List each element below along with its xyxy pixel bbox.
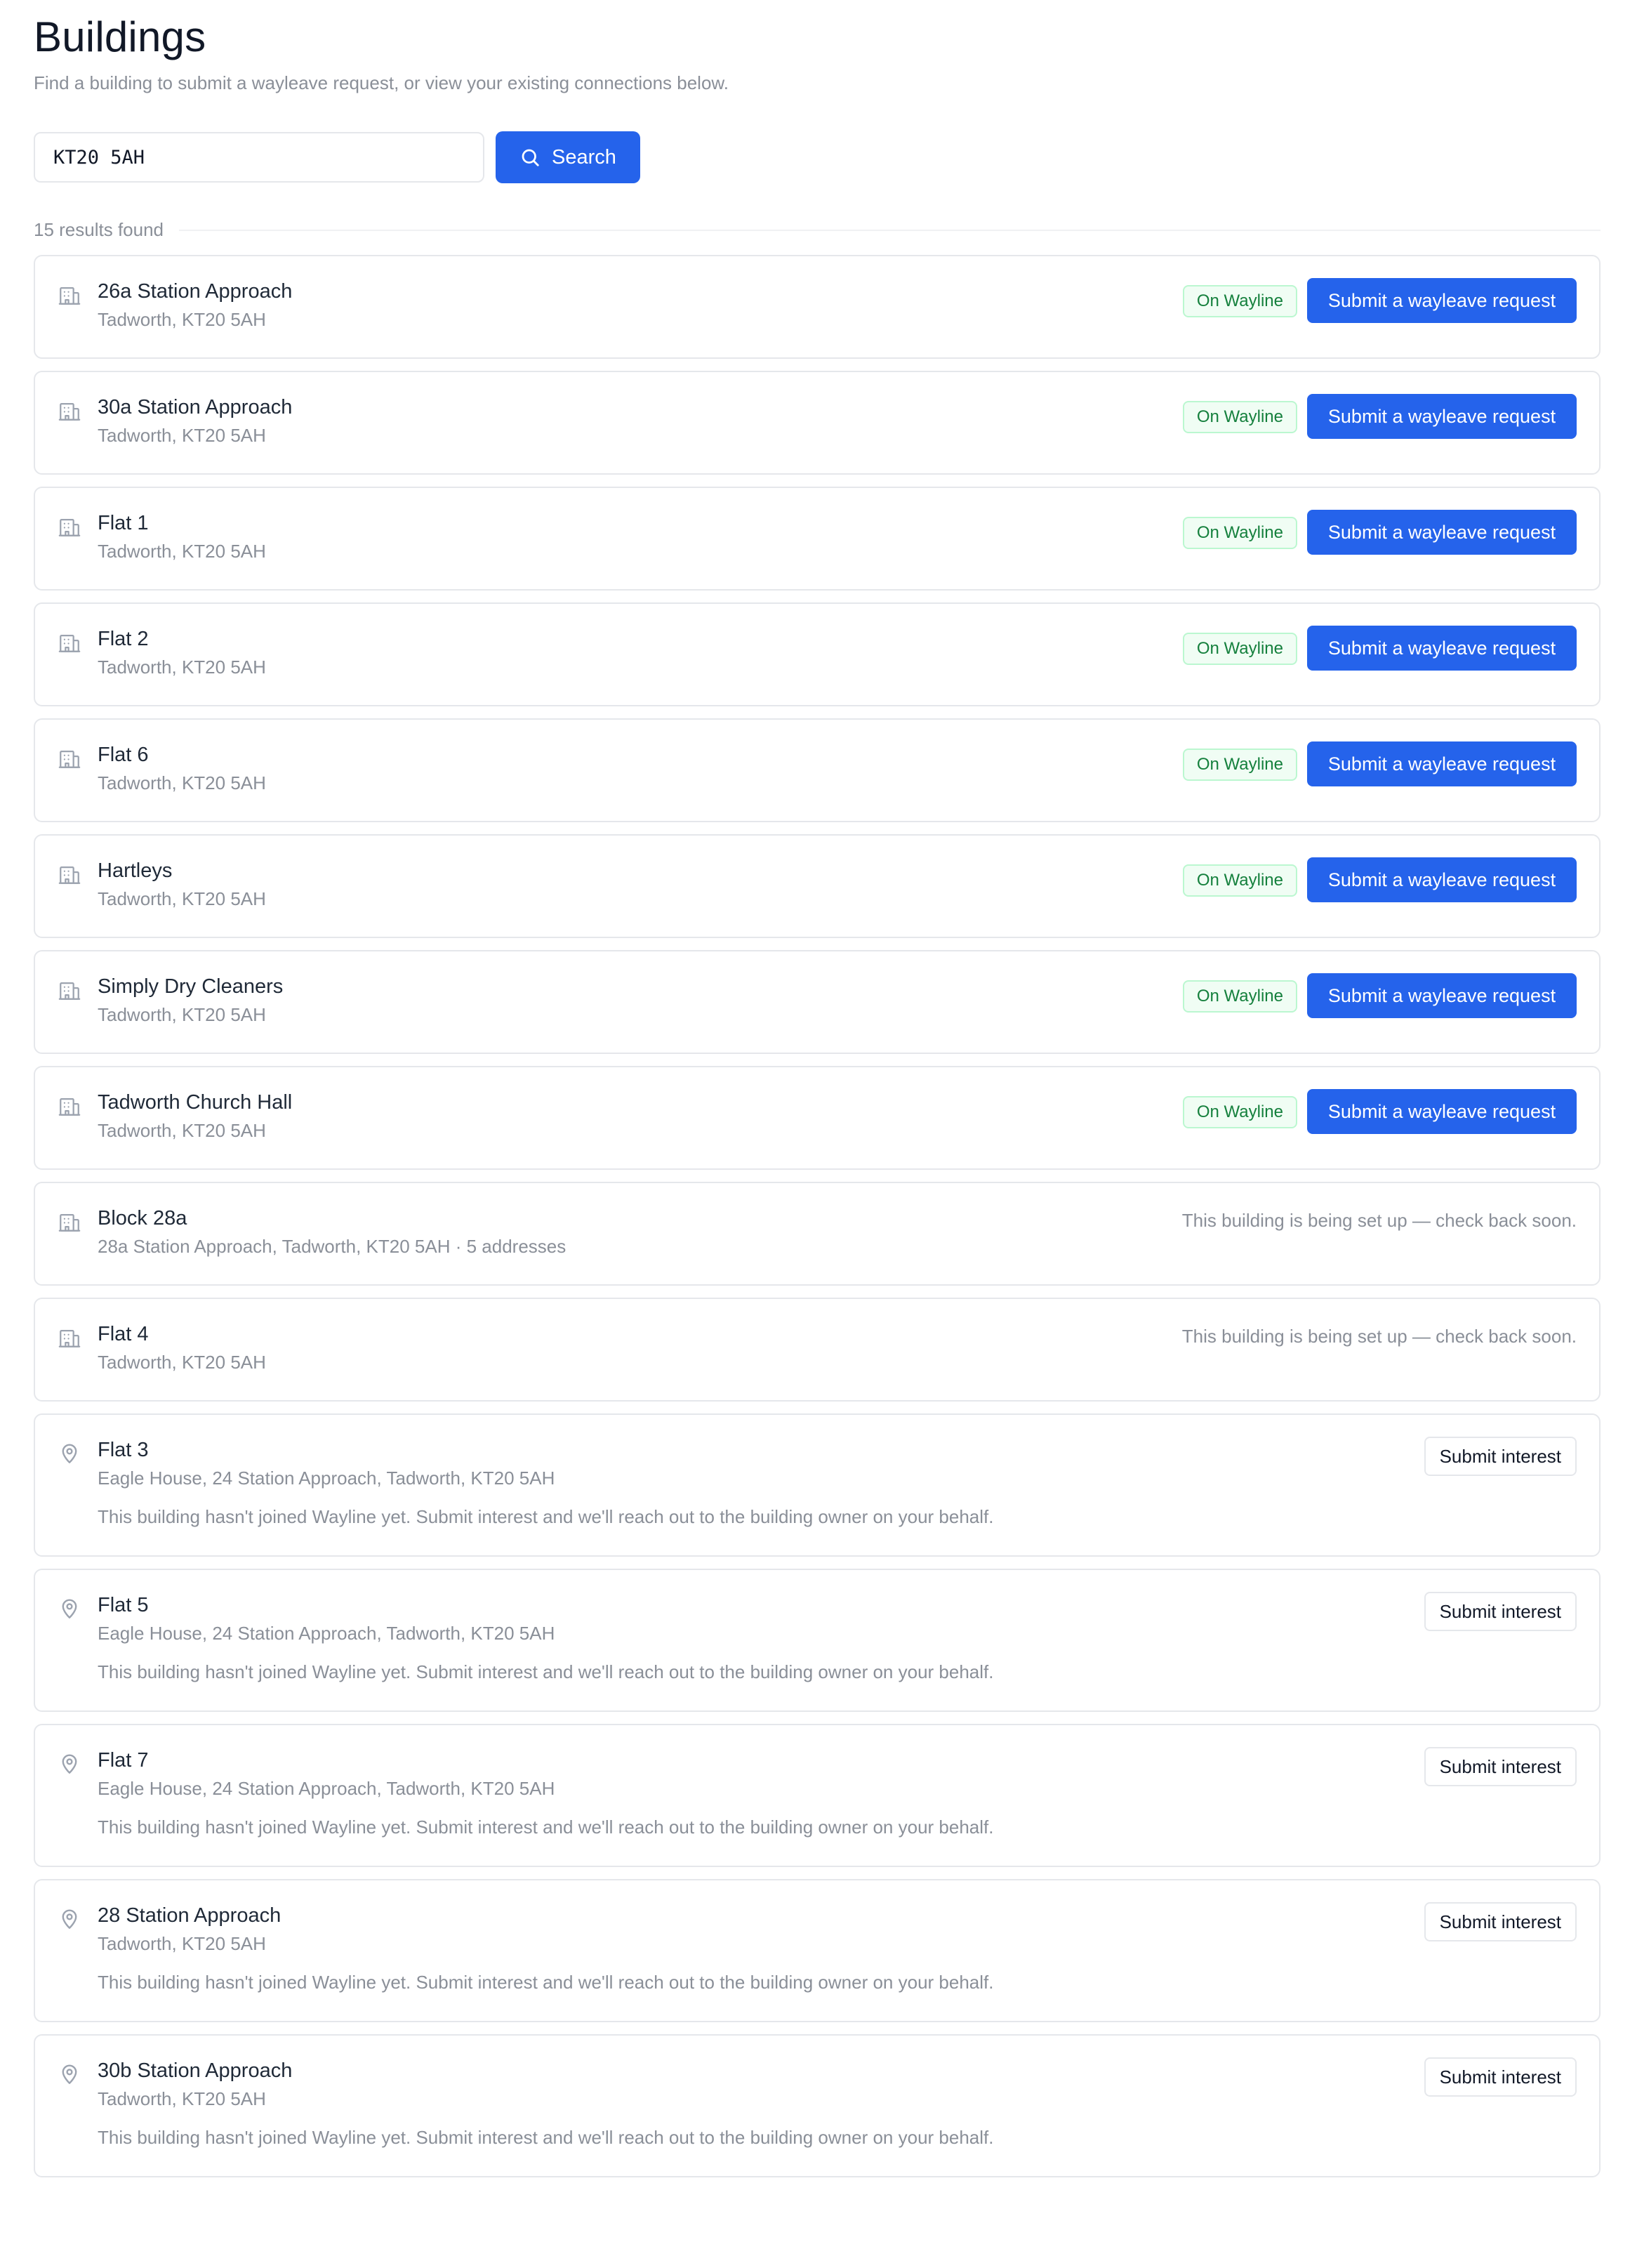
building-address: Eagle House, 24 Station Approach, Tadwor…	[98, 1468, 555, 1489]
building-card: Simply Dry Cleaners Tadworth, KT20 5AH On …	[34, 950, 1601, 1054]
building-card: Flat 2 Tadworth, KT20 5AH On Wayline Submit…	[34, 602, 1601, 706]
building-name: 28 Station Approach	[98, 1904, 281, 1927]
building-icon	[58, 1326, 81, 1350]
submit-wayleave-request-button[interactable]: Submit a wayleave request	[1307, 1089, 1577, 1134]
building-card: 26a Station Approach Tadworth, KT20 5AH On…	[34, 255, 1601, 359]
building-card: Tadworth Church Hall Tadworth, KT20 5AH On…	[34, 1066, 1601, 1170]
building-name: Simply Dry Cleaners	[98, 975, 284, 998]
building-icon	[58, 862, 81, 886]
building-address: Tadworth, KT20 5AH	[98, 1352, 266, 1373]
building-icon	[58, 1210, 81, 1234]
building-address: Tadworth, KT20 5AH	[98, 657, 266, 678]
building-name: Hartleys	[98, 859, 173, 882]
building-icon	[58, 1094, 81, 1118]
building-address: Tadworth, KT20 5AH	[98, 541, 266, 562]
building-icon	[58, 746, 81, 770]
building-name: Flat 4	[98, 1323, 149, 1345]
map-pin-icon	[58, 1907, 81, 1931]
building-icon	[58, 515, 81, 539]
status-badge: On Wayline	[1182, 401, 1297, 433]
submit-wayleave-request-button[interactable]: Submit a wayleave request	[1307, 278, 1577, 323]
building-name: Flat 1	[98, 512, 149, 534]
status-badge: On Wayline	[1182, 864, 1297, 897]
building-name: Flat 5	[98, 1594, 149, 1616]
search-button[interactable]: Search	[496, 131, 640, 183]
search-icon	[519, 147, 541, 168]
page-subtitle: Find a building to submit a wayleave req…	[34, 72, 729, 93]
building-address: Tadworth, KT20 5AH	[98, 309, 266, 330]
building-name: Flat 7	[98, 1749, 149, 1772]
results-divider	[34, 230, 1601, 231]
building-address: 28a Station Approach, Tadworth, KT20 5AH…	[98, 1236, 566, 1257]
building-name: Block 28a	[98, 1207, 187, 1229]
setup-status-note: This building is being set up — check ba…	[1181, 1326, 1577, 1347]
setup-status-note: This building is being set up — check ba…	[1181, 1210, 1577, 1231]
status-badge: On Wayline	[1182, 980, 1297, 1013]
building-address: Tadworth, KT20 5AH	[98, 1004, 266, 1025]
submit-interest-button[interactable]: Submit interest	[1424, 1592, 1577, 1631]
building-name: 30a Station Approach	[98, 396, 293, 418]
building-address: Tadworth, KT20 5AH	[98, 888, 266, 909]
building-card: Flat 7 Eagle House, 24 Station Approach, …	[34, 1724, 1601, 1867]
buildings-page: Buildings Find a building to submit a wa…	[0, 0, 1630, 2268]
building-address: Tadworth, KT20 5AH	[98, 2088, 266, 2109]
building-card: 30b Station Approach Tadworth, KT20 5AH Th…	[34, 2034, 1601, 2177]
not-joined-note: This building hasn't joined Wayline yet.…	[98, 1661, 994, 1682]
building-name: Tadworth Church Hall	[98, 1091, 293, 1114]
search-input[interactable]	[34, 132, 484, 183]
building-name: 26a Station Approach	[98, 280, 293, 303]
status-badge: On Wayline	[1182, 285, 1297, 317]
map-pin-icon	[58, 1752, 81, 1776]
not-joined-note: This building hasn't joined Wayline yet.…	[98, 1972, 994, 1993]
building-name: Flat 2	[98, 628, 149, 650]
building-name: 30b Station Approach	[98, 2059, 293, 2082]
not-joined-note: This building hasn't joined Wayline yet.…	[98, 2127, 994, 2148]
submit-wayleave-request-button[interactable]: Submit a wayleave request	[1307, 510, 1577, 555]
map-pin-icon	[58, 1597, 81, 1621]
building-card: Block 28a 28a Station Approach, Tadworth,…	[34, 1182, 1601, 1286]
results-list: 26a Station Approach Tadworth, KT20 5AH On…	[34, 255, 1601, 2189]
building-address: Tadworth, KT20 5AH	[98, 425, 266, 446]
building-card: Flat 3 Eagle House, 24 Station Approach, …	[34, 1413, 1601, 1557]
map-pin-icon	[58, 2062, 81, 2086]
building-address: Eagle House, 24 Station Approach, Tadwor…	[98, 1623, 555, 1644]
status-badge: On Wayline	[1182, 1096, 1297, 1128]
submit-interest-button[interactable]: Submit interest	[1424, 1747, 1577, 1786]
building-address: Eagle House, 24 Station Approach, Tadwor…	[98, 1778, 555, 1799]
page-title: Buildings	[34, 13, 206, 60]
submit-interest-button[interactable]: Submit interest	[1424, 1902, 1577, 1941]
status-badge: On Wayline	[1182, 749, 1297, 781]
search-button-label: Search	[552, 145, 616, 169]
results-count: 15 results found	[34, 219, 180, 241]
building-card: 28 Station Approach Tadworth, KT20 5AH Thi…	[34, 1879, 1601, 2022]
building-address: Tadworth, KT20 5AH	[98, 1933, 266, 1954]
building-icon	[58, 631, 81, 654]
not-joined-note: This building hasn't joined Wayline yet.…	[98, 1817, 994, 1838]
building-name: Flat 6	[98, 744, 149, 766]
building-card: Hartleys Tadworth, KT20 5AH On Wayline Subm…	[34, 834, 1601, 938]
submit-interest-button[interactable]: Submit interest	[1424, 2057, 1577, 2097]
map-pin-icon	[58, 1442, 81, 1465]
building-card: Flat 1 Tadworth, KT20 5AH On Wayline Submit…	[34, 487, 1601, 591]
building-icon	[58, 283, 81, 307]
building-address: Tadworth, KT20 5AH	[98, 772, 266, 793]
submit-interest-button[interactable]: Submit interest	[1424, 1437, 1577, 1476]
submit-wayleave-request-button[interactable]: Submit a wayleave request	[1307, 626, 1577, 671]
submit-wayleave-request-button[interactable]: Submit a wayleave request	[1307, 857, 1577, 902]
status-badge: On Wayline	[1182, 633, 1297, 665]
not-joined-note: This building hasn't joined Wayline yet.…	[98, 1506, 994, 1527]
building-icon	[58, 978, 81, 1002]
building-name: Flat 3	[98, 1439, 149, 1461]
status-badge: On Wayline	[1182, 517, 1297, 549]
building-card: Flat 4 Tadworth, KT20 5AH This building is…	[34, 1298, 1601, 1402]
building-address: Tadworth, KT20 5AH	[98, 1120, 266, 1141]
submit-wayleave-request-button[interactable]: Submit a wayleave request	[1307, 741, 1577, 786]
submit-wayleave-request-button[interactable]: Submit a wayleave request	[1307, 394, 1577, 439]
building-card: Flat 5 Eagle House, 24 Station Approach, …	[34, 1569, 1601, 1712]
building-icon	[58, 399, 81, 423]
submit-wayleave-request-button[interactable]: Submit a wayleave request	[1307, 973, 1577, 1018]
building-card: Flat 6 Tadworth, KT20 5AH On Wayline Submit…	[34, 718, 1601, 822]
building-card: 30a Station Approach Tadworth, KT20 5AH On…	[34, 371, 1601, 475]
